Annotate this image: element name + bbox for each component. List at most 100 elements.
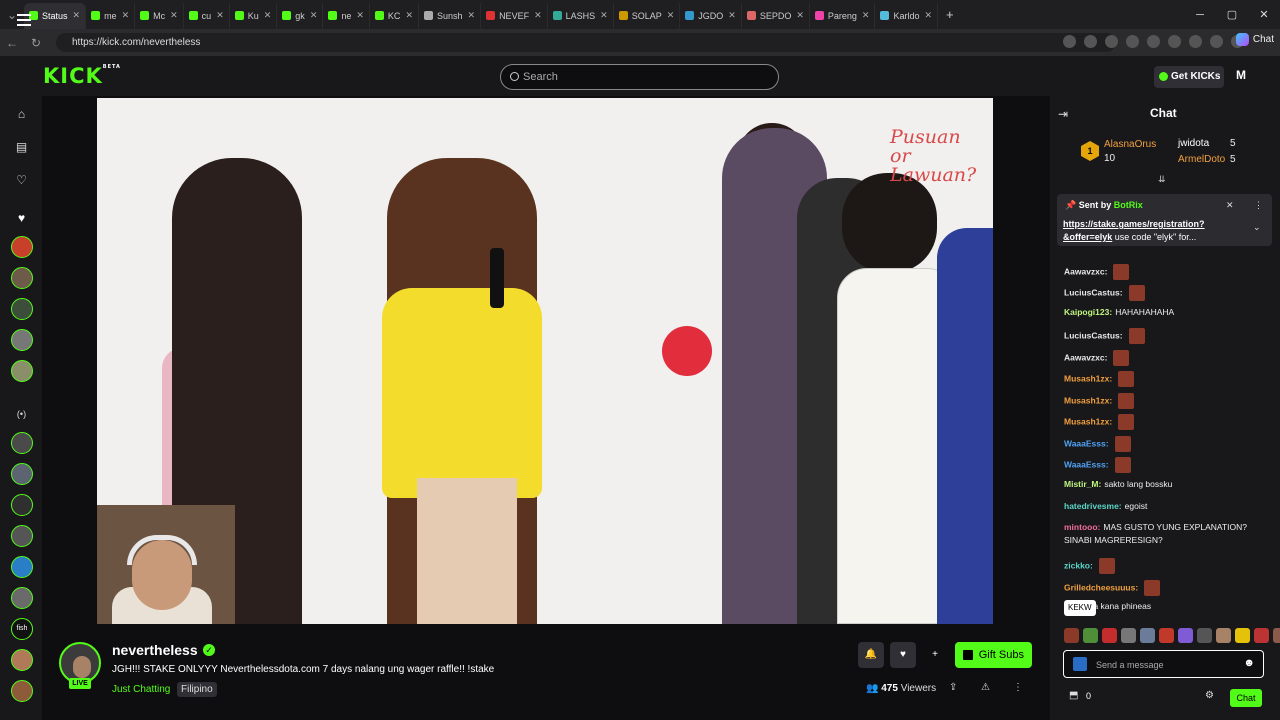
chat-emote-icon[interactable] xyxy=(1114,436,1131,452)
read-aloud-icon[interactable] xyxy=(1063,35,1076,48)
browser-tab[interactable]: KC ✕ xyxy=(370,2,419,29)
close-tab-icon[interactable]: ✕ xyxy=(796,10,804,21)
emote-icon[interactable] xyxy=(1102,628,1117,643)
chat-emote-icon[interactable] xyxy=(1118,371,1135,387)
emote-icon[interactable] xyxy=(1083,628,1098,643)
collections-icon[interactable] xyxy=(1189,35,1202,48)
hamburger-menu-icon[interactable] xyxy=(17,14,31,26)
browser-tab[interactable]: Sunsh ✕ xyxy=(419,2,482,29)
close-tab-icon[interactable]: ✕ xyxy=(216,10,224,21)
chat-emote-icon[interactable] xyxy=(1128,285,1145,301)
browse-icon[interactable]: ▤ xyxy=(15,141,28,154)
leaderboard-user[interactable]: ArmelDoto xyxy=(1178,154,1225,165)
expand-leaderboard-icon[interactable]: ⇊ xyxy=(1158,174,1166,185)
chat-emote-icon[interactable] xyxy=(1118,414,1135,430)
notification-bell-button[interactable]: 🔔 xyxy=(858,642,884,668)
favorite-icon[interactable] xyxy=(1084,35,1097,48)
chat-username[interactable]: zickko: xyxy=(1064,560,1093,570)
chat-emote-icon[interactable] xyxy=(1113,264,1130,280)
chat-username[interactable]: LuciusCastus: xyxy=(1064,287,1123,297)
recommended-channel-avatar[interactable] xyxy=(11,649,33,671)
chat-emote-icon[interactable] xyxy=(1113,350,1130,366)
leaderboard-user[interactable]: jwidota xyxy=(1178,138,1209,149)
emote-icon[interactable] xyxy=(1273,628,1280,643)
kick-logo[interactable]: KICKBETA xyxy=(43,64,121,88)
close-tab-icon[interactable]: ✕ xyxy=(170,10,178,21)
following-icon[interactable]: ♡ xyxy=(15,174,28,187)
search-input[interactable]: Search xyxy=(500,64,779,90)
emote-icon[interactable] xyxy=(1235,628,1250,643)
emote-icon[interactable] xyxy=(1121,628,1136,643)
more-options-icon[interactable]: ⋮ xyxy=(1013,682,1023,693)
streamer-name[interactable]: nevertheless xyxy=(112,642,198,658)
stream-category[interactable]: Just Chatting xyxy=(112,684,170,695)
chat-username[interactable]: Musash1zx: xyxy=(1064,373,1112,383)
emote-icon[interactable] xyxy=(1254,628,1269,643)
chat-username[interactable]: LuciusCastus: xyxy=(1064,330,1123,340)
emote-icon[interactable] xyxy=(1064,628,1079,643)
close-tab-icon[interactable]: ✕ xyxy=(924,10,932,21)
emote-icon[interactable] xyxy=(1159,628,1174,643)
emote-icon[interactable] xyxy=(1140,628,1155,643)
followed-channel-avatar[interactable] xyxy=(11,236,33,258)
recommended-channel-avatar[interactable] xyxy=(11,494,33,516)
report-icon[interactable]: ⚠ xyxy=(981,682,990,693)
close-window-button[interactable]: ✕ xyxy=(1248,8,1280,21)
home-icon[interactable]: ⌂ xyxy=(15,108,28,121)
browser-tab[interactable]: Karldo ✕ xyxy=(875,2,939,29)
close-tab-icon[interactable]: ✕ xyxy=(356,10,364,21)
favorites-bar-icon[interactable] xyxy=(1168,35,1181,48)
close-tab-icon[interactable]: ✕ xyxy=(264,10,272,21)
clip-button[interactable]: + xyxy=(922,642,948,668)
split-screen-icon[interactable] xyxy=(1147,35,1160,48)
collapse-chat-icon[interactable]: ⇥ xyxy=(1058,107,1068,121)
close-tab-icon[interactable]: ✕ xyxy=(122,10,130,21)
browser-tab[interactable]: cu ✕ xyxy=(184,2,230,29)
close-tab-icon[interactable]: ✕ xyxy=(468,10,476,21)
browser-tab[interactable]: SEPDO ✕ xyxy=(742,2,810,29)
extension-icon[interactable] xyxy=(1105,35,1118,48)
botrix-icon[interactable] xyxy=(1073,657,1087,671)
chat-emote-icon[interactable] xyxy=(1098,558,1115,574)
recommended-channel-avatar[interactable] xyxy=(11,463,33,485)
emote-icon[interactable] xyxy=(1216,628,1231,643)
chat-username[interactable]: Aawavzxc: xyxy=(1064,266,1107,276)
chat-username[interactable]: Kaipogi123: xyxy=(1064,307,1112,317)
pinned-sender-name[interactable]: BotRix xyxy=(1114,200,1143,210)
recommended-channel-avatar[interactable] xyxy=(11,556,33,578)
chat-username[interactable]: Aawavzxc: xyxy=(1064,352,1107,362)
chat-username[interactable]: Grilledcheesuuus: xyxy=(1064,582,1138,592)
browser-tab[interactable]: Mc ✕ xyxy=(135,2,184,29)
followed-channel-avatar[interactable] xyxy=(11,360,33,382)
close-tab-icon[interactable]: ✕ xyxy=(728,10,736,21)
gift-subs-button[interactable]: Gift Subs xyxy=(955,642,1032,668)
new-tab-button[interactable]: + xyxy=(946,7,954,22)
chat-message-input[interactable] xyxy=(1096,657,1236,673)
follow-heart-button[interactable]: ♥ xyxy=(890,642,916,668)
close-tab-icon[interactable]: ✕ xyxy=(534,10,542,21)
chat-username[interactable]: Musash1zx: xyxy=(1064,416,1112,426)
followed-channel-avatar[interactable] xyxy=(11,329,33,351)
copilot-chat-button[interactable]: Chat xyxy=(1235,33,1274,46)
close-tab-icon[interactable]: ✕ xyxy=(600,10,608,21)
language-tag[interactable]: Filipino xyxy=(177,682,217,697)
browser-tab[interactable]: gk ✕ xyxy=(277,2,324,29)
chat-username[interactable]: WaaaEsss: xyxy=(1064,438,1109,448)
browser-tab[interactable]: Status ✕ xyxy=(24,2,87,29)
share-icon[interactable]: ⇪ xyxy=(949,682,957,693)
pinned-more-icon[interactable]: ⋮ xyxy=(1254,200,1263,211)
back-button[interactable]: ← xyxy=(0,36,24,50)
browser-tab[interactable]: JGDO ✕ xyxy=(680,2,742,29)
browser-tab[interactable]: SOLAP ✕ xyxy=(614,2,681,29)
close-tab-icon[interactable]: ✕ xyxy=(862,10,870,21)
profile-icon[interactable] xyxy=(1210,35,1223,48)
chat-emote-icon[interactable] xyxy=(1118,393,1135,409)
recommended-channel-avatar[interactable]: fish xyxy=(11,618,33,640)
expand-pinned-icon[interactable]: ⌄ xyxy=(1253,222,1261,233)
chat-emote-icon[interactable] xyxy=(1114,457,1131,473)
unpin-icon[interactable]: ✕ xyxy=(1226,200,1234,211)
maximize-button[interactable]: ▢ xyxy=(1216,8,1248,21)
emote-icon[interactable] xyxy=(1178,628,1193,643)
user-avatar[interactable]: M xyxy=(1233,68,1249,84)
followed-channel-avatar[interactable] xyxy=(11,298,33,320)
